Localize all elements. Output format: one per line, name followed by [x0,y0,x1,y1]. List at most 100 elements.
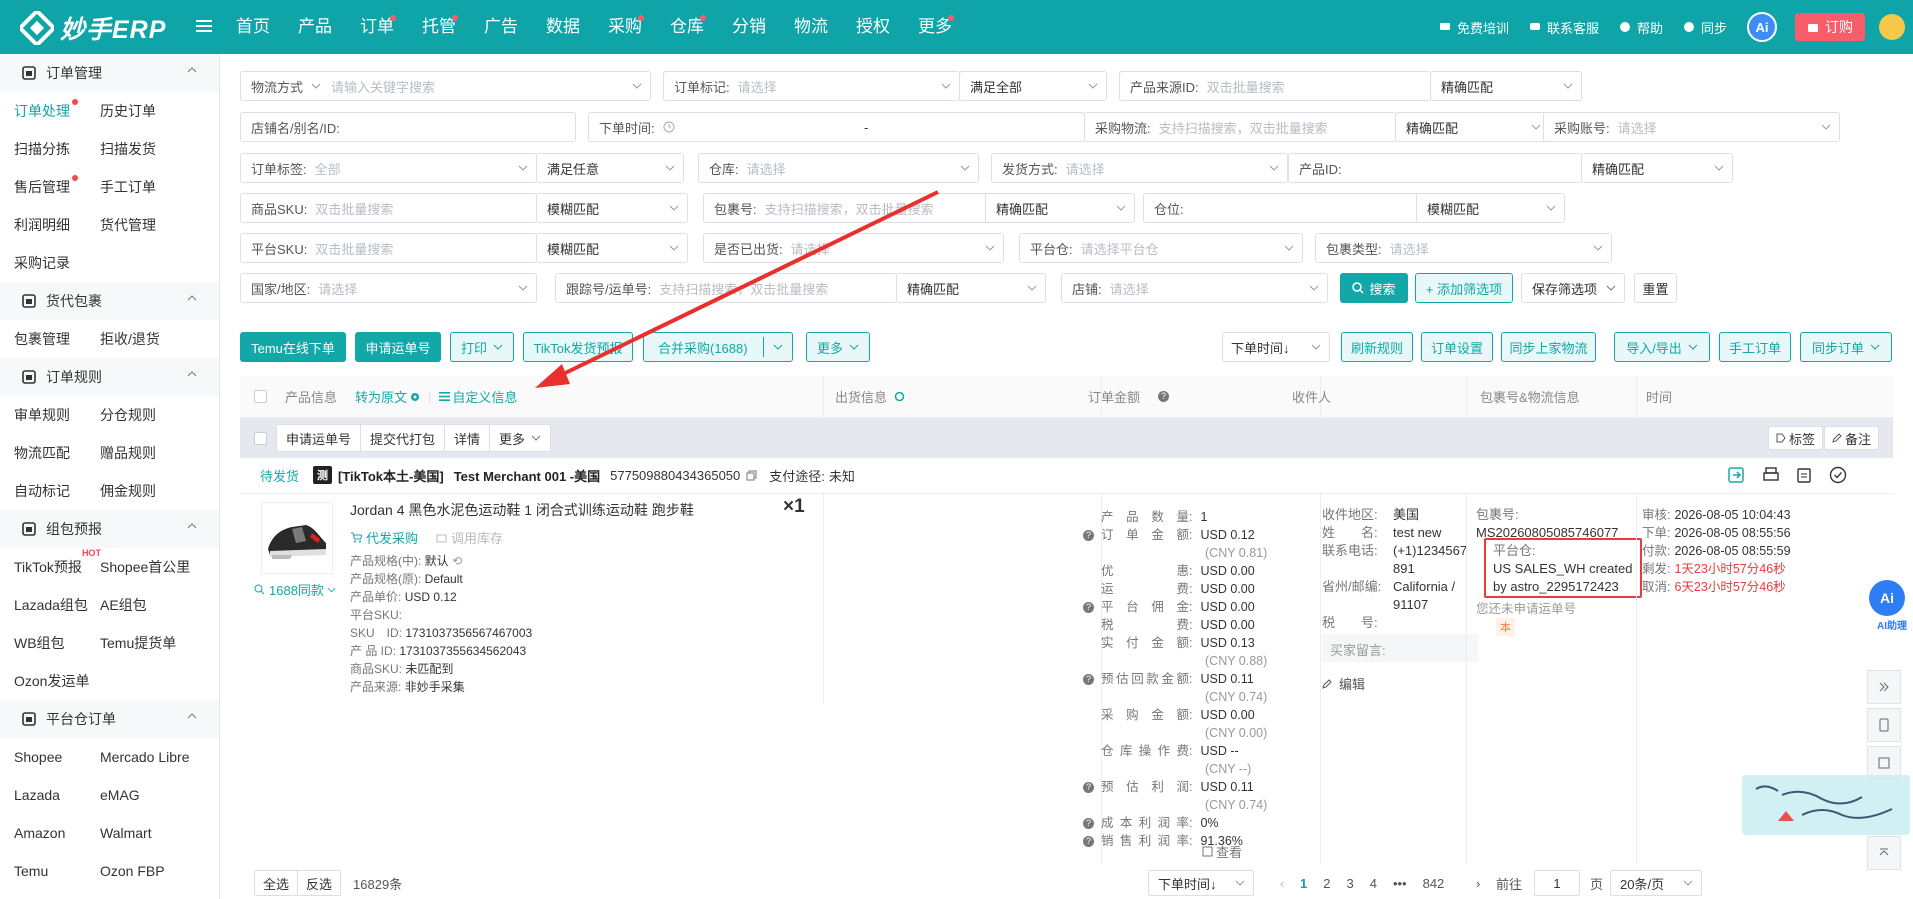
sidebar-section-header[interactable]: 组包预报 [0,510,219,548]
footer-sort-select[interactable]: 下单时间↓ [1148,870,1254,896]
same-1688-link[interactable]: 1688同款 [254,580,336,599]
help-icon[interactable]: ? [1083,782,1094,793]
detail-button[interactable]: 详情 [444,424,491,452]
location-match-select[interactable]: 模糊匹配 [1416,193,1565,223]
nav-item[interactable]: 广告 [470,0,532,54]
page-number[interactable]: 842 [1423,876,1445,891]
nav-item[interactable]: 采购 [594,0,656,54]
sync-link[interactable]: 同步 [1683,18,1727,37]
sidebar-item[interactable]: 赠品规则 [100,443,200,463]
tracking-input[interactable]: 跟踪号/运单号: 支持扫描搜索，双击批量搜索 [555,273,897,303]
avatar[interactable] [1879,14,1905,40]
order-time-range[interactable]: 下单时间: - [588,112,1085,142]
check-circle-icon[interactable] [1829,466,1847,484]
tag-button[interactable]: 标签 [1767,426,1823,450]
sidebar-item[interactable]: 扫描分拣 [0,139,100,159]
help-icon[interactable]: ? [1083,530,1094,541]
nav-item[interactable]: 产品 [284,0,346,54]
add-filter-button[interactable]: + 添加筛选项 [1415,273,1513,303]
sidebar-item[interactable]: Ozon FBP [100,863,200,879]
sidebar-item[interactable]: 货代管理 [100,215,200,235]
nav-item[interactable]: 仓库 [656,0,718,54]
sidebar-item[interactable]: Mercado Libre [100,749,200,765]
subscribe-button[interactable]: 订购 [1795,13,1865,41]
search-button[interactable]: 搜索 [1340,273,1408,303]
product-title[interactable]: Jordan 4 黑色水泥色运动鞋 1 闭合式训练运动鞋 跑步鞋 [350,500,694,520]
sidebar-item[interactable]: 包裹管理 [0,329,100,349]
note-button[interactable]: 备注 [1823,426,1879,450]
invert-selection-button[interactable]: 反选 [297,870,342,896]
help-icon[interactable]: ? [1083,836,1094,847]
location-input[interactable]: 仓位: [1143,193,1439,223]
platform-warehouse-select[interactable]: 平台仓: 请选择平台仓 [1019,233,1303,263]
ship-method-select[interactable]: 发货方式: 请选择 [991,153,1288,183]
package-no-input[interactable]: 包裹号: 支持扫描搜索，双击批量搜索 [703,193,1006,223]
manual-order-button[interactable]: 手工订单 [1719,332,1791,362]
expand-icon[interactable] [1867,670,1901,704]
sidebar-item[interactable]: 佣金规则 [100,481,200,501]
help-link[interactable]: 帮助 [1619,18,1663,37]
sidebar-item[interactable]: WB组包 [0,633,100,653]
sidebar-item[interactable]: Walmart [100,825,200,841]
order-tag-match-select[interactable]: 满足任意 [536,153,684,183]
print-button[interactable]: 打印 [450,332,514,362]
sidebar-section-header[interactable]: 货代包裹 [0,282,219,320]
next-page-icon[interactable]: › [1476,876,1480,891]
back-to-top-icon[interactable] [1867,836,1901,870]
copy-icon[interactable] [746,470,757,481]
menu-toggle-icon[interactable] [196,16,212,36]
sidebar-item[interactable]: Shopee首公里 [100,557,200,577]
refresh-rules-button[interactable]: 刷新规则 [1341,332,1413,362]
custom-info-link[interactable]: 自定义信息 [452,387,517,406]
sync-logistics-button[interactable]: 同步上家物流 [1501,332,1596,362]
reset-button[interactable]: 重置 [1634,273,1677,303]
sidebar-item[interactable]: 自动标记 [0,481,100,501]
nav-item[interactable]: 首页 [222,0,284,54]
sidebar-item[interactable]: Shopee [0,749,100,765]
help-icon[interactable]: ? [1158,391,1169,402]
order-number[interactable]: 577509880434365050 [610,468,740,483]
prev-page-icon[interactable]: ‹ [1280,876,1284,891]
sidebar-item[interactable]: Amazon [0,825,100,841]
country-select[interactable]: 国家/地区: 请选择 [240,273,537,303]
sidebar-item[interactable]: 分仓规则 [100,405,200,425]
store-select[interactable]: 店铺: 请选择 [1061,273,1328,303]
platform-sku-match-select[interactable]: 模糊匹配 [536,233,688,263]
sidebar-item[interactable]: 历史订单 [100,101,200,121]
ai-badge[interactable]: Ai [1747,12,1777,42]
sidebar-item[interactable]: 利润明细 [0,215,100,235]
sidebar-item[interactable]: eMAG [100,787,200,803]
sidebar-item[interactable]: 手工订单 [100,177,200,197]
contact-service-link[interactable]: 联系客服 [1529,18,1599,37]
nav-item[interactable]: 更多 [904,0,966,54]
page-input[interactable]: 1 [1534,870,1580,896]
swap-icon[interactable]: ⟲ [452,554,462,568]
sync-orders-button[interactable]: 同步订单 [1800,332,1892,362]
logistics-filter[interactable]: 物流方式 请输入关键字搜索 [240,71,651,101]
nav-item[interactable]: 分销 [718,0,780,54]
edit-recipient-link[interactable]: 编辑 [1322,674,1365,693]
package-no-match-select[interactable]: 精确匹配 [985,193,1135,223]
order-checkbox[interactable] [254,431,267,445]
product-source-match-select[interactable]: 精确匹配 [1430,71,1582,101]
help-icon[interactable]: ? [1083,818,1094,829]
bulk-apply-tracking-button[interactable]: 申请运单号 [276,424,362,452]
shipped-select[interactable]: 是否已出货: 请选择 [703,233,1004,263]
sidebar-section-header[interactable]: 订单管理 [0,54,219,92]
promo-widget[interactable] [1742,775,1910,835]
product-source-id-input[interactable]: 产品来源ID: 双击批量搜索 [1119,71,1431,101]
goods-sku-input[interactable]: 商品SKU: 双击批量搜索 [240,193,537,223]
printer-icon[interactable] [1762,466,1780,484]
page-number[interactable]: 4 [1370,876,1377,891]
sidebar-item[interactable]: Ozon发运单 [0,671,100,691]
bulk-more-button[interactable]: 更多 [489,424,552,452]
product-id-input[interactable]: 产品ID: [1288,153,1582,183]
sidebar-item[interactable]: 采购记录 [0,253,100,273]
view-link[interactable]: 查看 [1202,842,1242,861]
sidebar-item[interactable]: Temu [0,863,100,879]
sidebar-section-header[interactable]: 订单规则 [0,358,219,396]
sidebar-item[interactable]: 审单规则 [0,405,100,425]
sidebar-item[interactable]: 订单处理 [0,99,100,121]
select-all-button[interactable]: 全选 [254,870,299,896]
product-id-match-select[interactable]: 精确匹配 [1581,153,1733,183]
